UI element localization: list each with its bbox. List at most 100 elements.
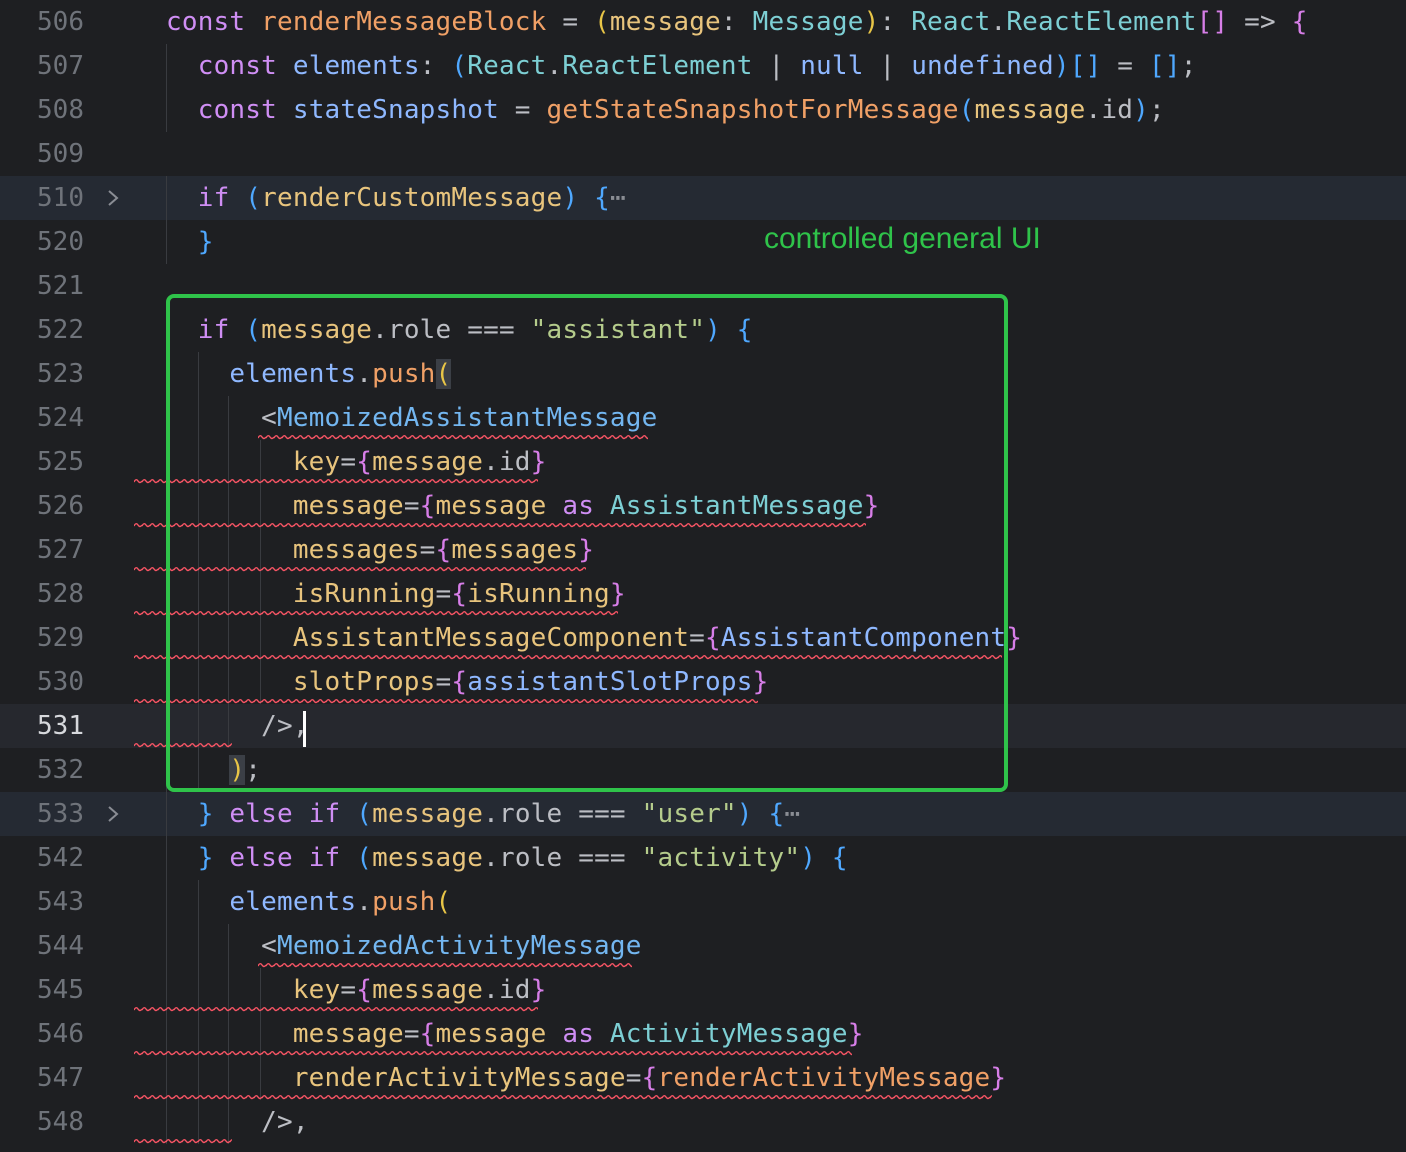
code-text[interactable]: elements.push( [166,880,451,924]
code-token: message [292,1019,404,1049]
code-token: = [1101,51,1149,81]
code-text[interactable]: renderActivityMessage={renderActivityMes… [166,1056,1006,1100]
code-token: else if [213,799,357,829]
line-number: 525 [37,447,84,477]
code-line[interactable]: 506 const renderMessageBlock = (message: … [0,0,1406,44]
code-line[interactable]: 546 message={message as ActivityMessage} [0,1012,1406,1056]
code-text[interactable]: } [166,220,214,264]
code-token: } [1006,623,1023,653]
code-token: message [372,843,484,873]
code-token: : [419,51,452,81]
code-token: | [863,51,912,81]
code-text[interactable]: />, [166,1100,309,1144]
line-number: 509 [37,139,84,169]
code-token: < [166,931,277,961]
code-line[interactable]: 544 <MemoizedActivityMessage [0,924,1406,968]
code-text[interactable]: key={message.id} [166,968,547,1012]
code-token: getStateSnapshotForMessage [546,95,959,125]
code-token: } [530,975,547,1005]
line-number: 533 [37,799,84,829]
code-text[interactable]: <MemoizedActivityMessage [166,924,642,968]
code-token: React [911,7,991,37]
code-line[interactable]: 543 elements.push( [0,880,1406,924]
code-line[interactable]: 542 } else if (message.role === "activit… [0,836,1406,880]
line-number: 527 [37,535,84,565]
code-text[interactable]: const renderMessageBlock = (message: Mes… [166,0,1308,44]
code-line[interactable]: 533 } else if (message.role === "user") … [0,792,1406,836]
code-token: .role === [483,799,642,829]
code-token: ActivityMessage [609,1019,848,1049]
code-token: ) [562,183,579,213]
code-token: . [990,7,1007,37]
code-token: { [641,1063,658,1093]
fold-chevron-icon[interactable] [104,188,122,208]
annotation-label: controlled general UI [764,222,1041,255]
code-token: . [546,51,563,81]
code-line[interactable]: 545 key={message.id} [0,968,1406,1012]
code-token: => [1228,7,1292,37]
code-token: elements [229,887,357,917]
code-text[interactable]: if (renderCustomMessage) {⋯ [166,176,626,220]
line-number: 547 [37,1063,84,1093]
code-token: ( [245,183,262,213]
code-text[interactable]: const elements: (React.ReactElement | nu… [166,44,1197,88]
code-token: . [483,975,499,1005]
code-line[interactable]: 508 const stateSnapshot = getStateSnapsh… [0,88,1406,132]
code-token: push [372,887,436,917]
code-token: null [800,51,864,81]
code-token: : [879,7,912,37]
code-line[interactable]: 547 renderActivityMessage={renderActivit… [0,1056,1406,1100]
code-token: . [356,887,373,917]
text-caret [303,711,306,747]
code-token: : [720,7,753,37]
line-number: 523 [37,359,84,389]
code-token: message [974,95,1086,125]
code-text[interactable]: } else if (message.role === "activity") … [166,836,848,880]
code-token: .role === [483,843,642,873]
code-token: ) [863,7,880,37]
code-token: = [403,1019,420,1049]
code-line[interactable]: 507 const elements: (React.ReactElement … [0,44,1406,88]
code-token: ) [736,799,753,829]
code-token: const [197,51,293,81]
code-editor[interactable]: 506 const renderMessageBlock = (message: … [0,0,1406,1152]
line-number: 526 [37,491,84,521]
code-token: | [752,51,801,81]
code-token: renderActivityMessage [292,1063,626,1093]
code-token: } [197,843,214,873]
code-token: ( [594,7,610,37]
code-line[interactable]: 510 if (renderCustomMessage) {⋯ [0,176,1406,220]
code-token: } [197,227,214,257]
line-number: 529 [37,623,84,653]
line-number: 524 [37,403,84,433]
code-token: undefined [911,51,1054,81]
code-text[interactable]: const stateSnapshot = getStateSnapshotFo… [166,88,1165,132]
code-token: id [498,975,531,1005]
line-number: 510 [37,183,84,213]
code-token: const [197,95,293,125]
code-line[interactable]: 520 } [0,220,1406,264]
code-token: ( [356,843,373,873]
code-token: = [546,7,595,37]
code-text[interactable]: } else if (message.role === "user") {⋯ [166,792,800,836]
fold-chevron-icon[interactable] [104,804,122,824]
code-token: renderActivityMessage [657,1063,991,1093]
code-line[interactable]: 509 [0,132,1406,176]
code-token: { [768,799,785,829]
code-token: { [356,975,373,1005]
code-token: "activity" [641,843,801,873]
code-token: message [435,1019,563,1049]
code-token: [] [1196,7,1229,37]
code-token: )[] [1053,51,1102,81]
line-number: 522 [37,315,84,345]
code-line[interactable]: 548 />, [0,1100,1406,1144]
code-text[interactable]: message={message as ActivityMessage} [166,1012,864,1056]
